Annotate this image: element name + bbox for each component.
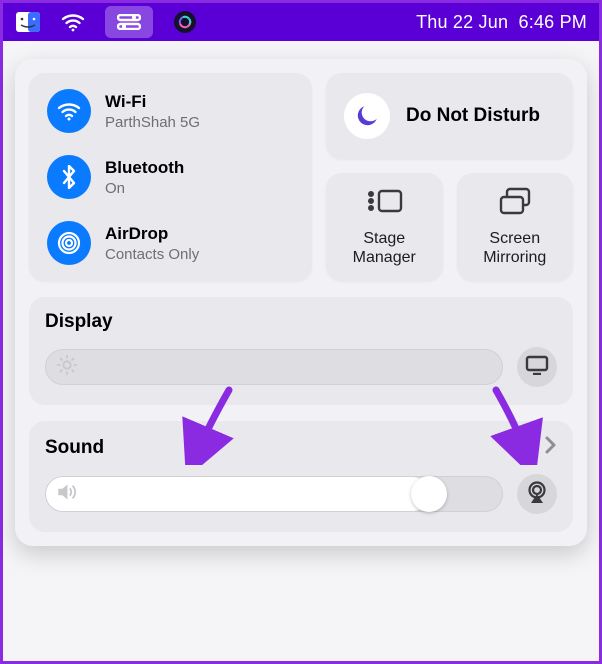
speaker-icon bbox=[56, 482, 78, 507]
airdrop-toggle[interactable]: AirDrop Contacts Only bbox=[47, 221, 294, 265]
monitor-icon bbox=[525, 355, 549, 380]
stage-manager-button[interactable]: Stage Manager bbox=[326, 173, 443, 281]
sound-title: Sound bbox=[45, 437, 104, 459]
wifi-text: Wi-Fi ParthShah 5G bbox=[105, 92, 200, 131]
display-section: Display bbox=[29, 297, 573, 405]
finder-icon[interactable] bbox=[15, 3, 41, 41]
airdrop-text: AirDrop Contacts Only bbox=[105, 224, 199, 263]
control-center-icon[interactable] bbox=[105, 6, 153, 38]
top-right-column: Do Not Disturb Stage Manager Screen Mirr… bbox=[326, 73, 573, 281]
airplay-icon bbox=[525, 481, 549, 508]
chevron-right-icon[interactable] bbox=[543, 435, 557, 460]
bluetooth-icon bbox=[47, 155, 91, 199]
stage-manager-icon bbox=[365, 187, 403, 220]
focus-title: Do Not Disturb bbox=[406, 105, 540, 127]
moon-icon bbox=[344, 93, 390, 139]
volume-thumb[interactable] bbox=[411, 476, 447, 512]
stage-manager-label: Stage Manager bbox=[332, 230, 437, 267]
wifi-icon[interactable] bbox=[61, 3, 85, 41]
wifi-subtitle: ParthShah 5G bbox=[105, 114, 200, 131]
bluetooth-title: Bluetooth bbox=[105, 158, 184, 178]
airdrop-subtitle: Contacts Only bbox=[105, 246, 199, 263]
wifi-icon bbox=[47, 89, 91, 133]
bluetooth-subtitle: On bbox=[105, 180, 184, 197]
connectivity-card: Wi-Fi ParthShah 5G Bluetooth On AirD bbox=[29, 73, 312, 281]
screen-mirroring-button[interactable]: Screen Mirroring bbox=[457, 173, 574, 281]
wifi-toggle[interactable]: Wi-Fi ParthShah 5G bbox=[47, 89, 294, 133]
screen-mirroring-icon bbox=[497, 187, 533, 220]
brightness-slider[interactable] bbox=[45, 349, 503, 385]
airdrop-title: AirDrop bbox=[105, 224, 199, 244]
bluetooth-toggle[interactable]: Bluetooth On bbox=[47, 155, 294, 199]
menubar-datetime[interactable]: Thu 22 Jun 6:46 PM bbox=[416, 3, 587, 41]
menubar: Thu 22 Jun 6:46 PM bbox=[3, 3, 599, 41]
siri-icon[interactable] bbox=[173, 3, 197, 41]
sun-icon bbox=[56, 354, 78, 381]
airplay-audio-button[interactable] bbox=[517, 474, 557, 514]
top-row: Wi-Fi ParthShah 5G Bluetooth On AirD bbox=[29, 73, 573, 281]
airdrop-icon bbox=[47, 221, 91, 265]
bluetooth-text: Bluetooth On bbox=[105, 158, 184, 197]
control-center-panel: Wi-Fi ParthShah 5G Bluetooth On AirD bbox=[15, 59, 587, 546]
volume-slider[interactable] bbox=[45, 476, 503, 512]
wifi-title: Wi-Fi bbox=[105, 92, 200, 112]
sound-section: Sound bbox=[29, 421, 573, 532]
focus-toggle[interactable]: Do Not Disturb bbox=[326, 73, 573, 159]
screen-mirroring-label: Screen Mirroring bbox=[463, 230, 568, 267]
display-title: Display bbox=[45, 311, 113, 333]
display-output-button[interactable] bbox=[517, 347, 557, 387]
